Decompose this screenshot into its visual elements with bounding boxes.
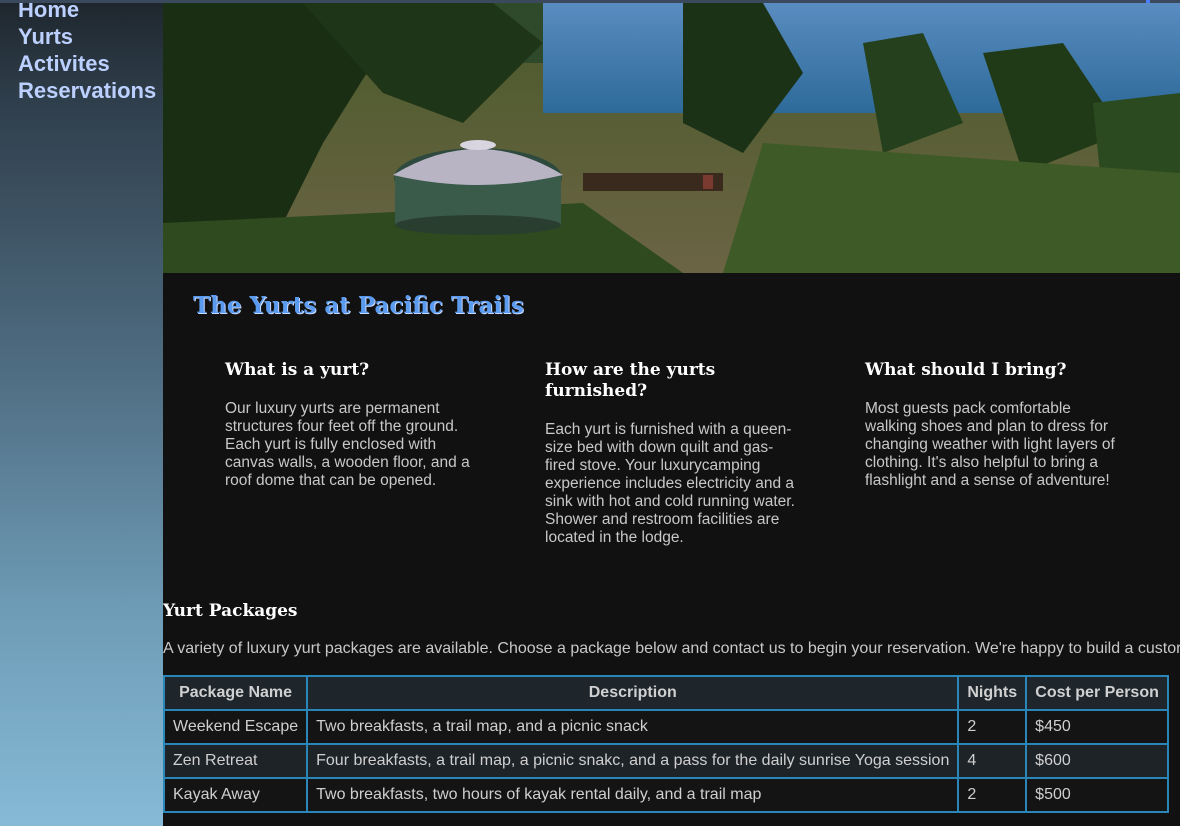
top-border	[0, 0, 1180, 3]
corner-mark	[1146, 0, 1150, 3]
table-cell: 2	[957, 709, 1028, 745]
column-text: Our luxury yurts are permanent structure…	[225, 400, 470, 489]
table-cell: $600	[1025, 743, 1169, 779]
column-header: Package Name	[162, 675, 309, 711]
table-row: Zen Retreat Four breakfasts, a trail map…	[162, 743, 1169, 779]
sidebar: Home Yurts Activites Reservations	[0, 0, 163, 826]
nav-link-activities[interactable]: Activites	[18, 50, 156, 77]
main-nav: Home Yurts Activites Reservations	[18, 0, 156, 104]
table-cell: Zen Retreat	[162, 743, 309, 779]
column-header: Cost per Person	[1025, 675, 1169, 711]
packages-intro: A variety of luxury yurt packages are av…	[163, 640, 1180, 657]
info-column-furnished: How are the yurts furnished? Each yurt i…	[545, 360, 803, 547]
column-heading: What should I bring?	[865, 360, 1067, 380]
column-text: Most guests pack comfortable walking sho…	[865, 400, 1115, 489]
table-cell: Four breakfasts, a trail map, a picnic s…	[306, 743, 960, 779]
column-heading: How are the yurts furnished?	[545, 360, 716, 401]
table-cell: Weekend Escape	[162, 709, 309, 745]
nav-link-home[interactable]: Home	[18, 0, 156, 23]
table-row: Kayak Away Two breakfasts, two hours of …	[162, 777, 1169, 813]
info-column-what-to-bring: What should I bring? Most guests pack co…	[865, 360, 1123, 490]
hero-yurt-photo	[163, 3, 1180, 273]
column-text: Each yurt is furnished with a queen-size…	[545, 421, 795, 546]
column-header: Nights	[957, 675, 1028, 711]
table-header-row: Package Name Description Nights Cost per…	[162, 675, 1169, 711]
packages-heading: Yurt Packages	[163, 601, 298, 621]
table-cell: $450	[1025, 709, 1169, 745]
table-cell: 2	[957, 777, 1028, 813]
table-cell: 4	[957, 743, 1028, 779]
packages-table: Package Name Description Nights Cost per…	[162, 675, 1169, 813]
column-header: Description	[306, 675, 960, 711]
table-cell: Two breakfasts, two hours of kayak renta…	[306, 777, 960, 813]
hero-image	[163, 3, 1180, 273]
column-heading: What is a yurt?	[225, 360, 370, 380]
table-row: Weekend Escape Two breakfasts, a trail m…	[162, 709, 1169, 745]
nav-link-yurts[interactable]: Yurts	[18, 23, 156, 50]
page-title: The Yurts at Pacific Trails	[193, 292, 524, 319]
table-cell: $500	[1025, 777, 1169, 813]
nav-link-reservations[interactable]: Reservations	[18, 77, 156, 104]
table-cell: Kayak Away	[162, 777, 309, 813]
info-column-what-is-yurt: What is a yurt? Our luxury yurts are per…	[225, 360, 483, 490]
table-cell: Two breakfasts, a trail map, and a picni…	[306, 709, 960, 745]
